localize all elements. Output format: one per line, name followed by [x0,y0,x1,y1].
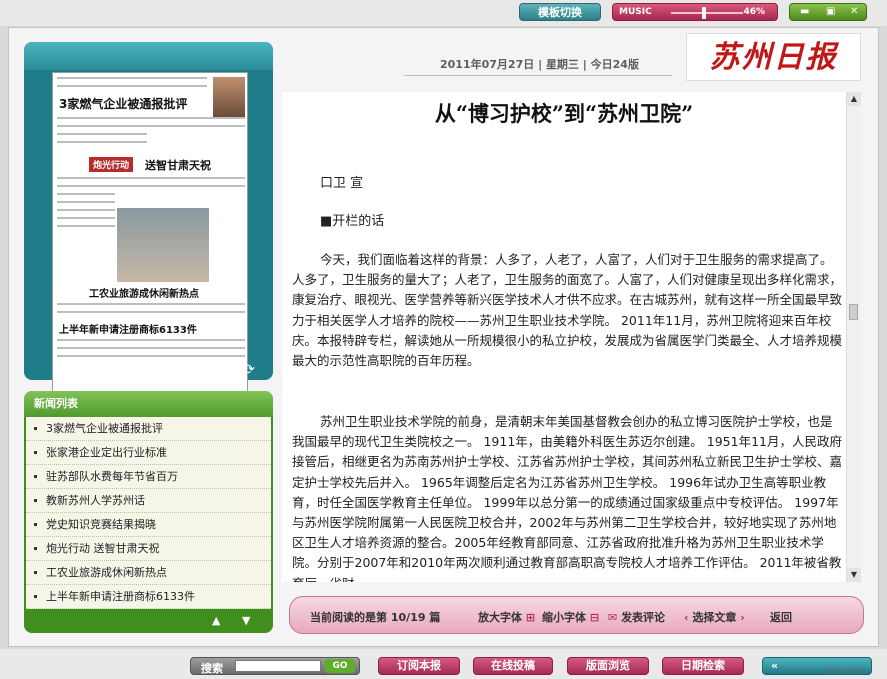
layout-browse-button[interactable]: 版面浏览 [567,657,649,675]
issue-date: 2011年07月27日 [440,58,535,71]
window-controls: ▬ ▣ ✕ [789,3,867,21]
submit-online-button[interactable]: 在线投稿 [473,657,553,675]
chevron-right-icon: › [740,611,745,624]
news-list-title: 新闻列表 [24,391,273,417]
chevron-left-icon: ‹ [684,611,689,624]
date-line: 2011年07月27日 | 星期三 | 今日24版 [404,54,672,76]
thumb-headline-1: 3家燃气企业被通报批评 [59,97,188,111]
volume-slider[interactable] [671,12,743,14]
volume-slider-handle[interactable] [702,7,707,19]
list-item[interactable]: 工农业旅游成休闲新热点 [26,561,271,585]
thumb-headline-5: 上半年新申请注册商标6133件 [59,325,197,336]
thumb-headline-4: 工农业旅游成休闲新热点 [89,289,199,300]
search-go-button[interactable]: GO [325,659,355,673]
arrow-up-icon[interactable]: ▲ [212,614,220,627]
watermark-text: iwms.net [826,666,863,675]
volume-percent: 46% [743,7,765,17]
article-paragraph: 苏州卫生职业技术学院的前身，是清朝末年美国基督教会创办的私立博习医院护士学校，也… [292,414,843,582]
news-list: 3家燃气企业被通报批评 张家港企业定出行业标准 驻苏部队水费每年节省百万 教新苏… [26,417,271,609]
comment-button[interactable]: ✉ 发表评论 [608,609,665,625]
list-item[interactable]: 党史知识竞赛结果揭晓 [26,513,271,537]
newspaper-page-thumbnail[interactable]: 3家燃气企业被通报批评 炮光行动 送智甘肃天祝 工农业旅游成休闲新热点 上半年新… [52,72,248,394]
reading-toolbar: 当前阅读的是第 10/19 篇 放大字体 ⊞ 缩小字体 ⊟ ✉ 发表评论 ‹ 选… [289,596,864,634]
thumb-headline-2: 炮光行动 [89,157,134,172]
list-item[interactable]: 炮光行动 送智甘肃天祝 [26,537,271,561]
newspaper-logo: 苏州日报 [686,33,861,81]
thumb-photo-main [117,208,209,282]
search-box: 搜索 GO [190,657,360,675]
list-item[interactable]: 上半年新申请注册商标6133件 [26,585,271,609]
article-paragraph: 今天，我们面临着这样的背景：人多了，人老了，人富了，人们对于卫生服务的需求提高了… [292,252,843,369]
back-button[interactable]: 返回 [770,609,792,625]
news-list-panel: 新闻列表 3家燃气企业被通报批评 张家港企业定出行业标准 驻苏部队水费每年节省百… [24,391,273,633]
arrow-down-icon[interactable]: ▼ [242,614,250,627]
preview-footer: ⟳ [24,362,273,380]
refresh-icon[interactable]: ⟳ [237,362,261,378]
reading-progress: 当前阅读的是第 10/19 篇 [310,611,441,624]
preview-header [24,42,273,70]
list-item[interactable]: 教新苏州人学苏州话 [26,489,271,513]
issue-edition: 今日24版 [590,58,639,71]
page-preview-panel: 3家燃气企业被通报批评 炮光行动 送智甘肃天祝 工农业旅游成休闲新热点 上半年新… [24,42,273,394]
article-body: 从“博习护校”到“苏州卫院” 口卫 宣 ■开栏的话 今天，我们面临着这样的背景：… [282,92,846,582]
thumb-headline-3: 送智甘肃天祝 [145,159,211,172]
issue-weekday: 星期三 [545,58,579,71]
date-search-button[interactable]: 日期检索 [662,657,744,675]
scrollbar-thumb[interactable] [849,304,858,320]
scroll-up-icon[interactable]: ▲ [847,92,861,106]
article-section-label: ■开栏的话 [320,214,385,229]
scroll-down-icon[interactable]: ▼ [847,568,861,582]
template-switch-button[interactable]: 模板切换 [519,3,601,21]
minimize-icon[interactable]: ▬ [800,6,809,17]
mail-icon: ✉ [608,611,618,624]
search-label: 搜索 [201,662,223,675]
maximize-icon[interactable]: ▣ [826,6,835,17]
list-item[interactable]: 张家港企业定出行业标准 [26,441,271,465]
close-icon[interactable]: ✕ [850,6,858,17]
search-input[interactable] [235,660,321,672]
list-item[interactable]: 3家燃气企业被通报批评 [26,417,271,441]
enlarge-font-button[interactable]: 放大字体 ⊞ [478,609,535,625]
music-control[interactable]: MUSIC 46% [612,3,778,21]
list-item[interactable]: 驻苏部队水费每年节省百万 [26,465,271,489]
minus-icon: ⊟ [589,611,600,624]
subscribe-button[interactable]: 订阅本报 [378,657,460,675]
news-list-nav: ▲ ▼ [24,611,273,633]
article-scrollbar[interactable]: ▲ ▼ [846,92,861,582]
article-title: 从“博习护校”到“苏州卫院” [434,101,694,126]
shrink-font-button[interactable]: 缩小字体 ⊟ [542,609,599,625]
plus-icon: ⊞ [525,611,536,624]
thumb-photo-small [213,77,245,117]
article-author: 口卫 宣 [320,176,364,191]
choose-article-button[interactable]: ‹ 选择文章 › [684,609,745,625]
music-label: MUSIC [619,7,652,17]
